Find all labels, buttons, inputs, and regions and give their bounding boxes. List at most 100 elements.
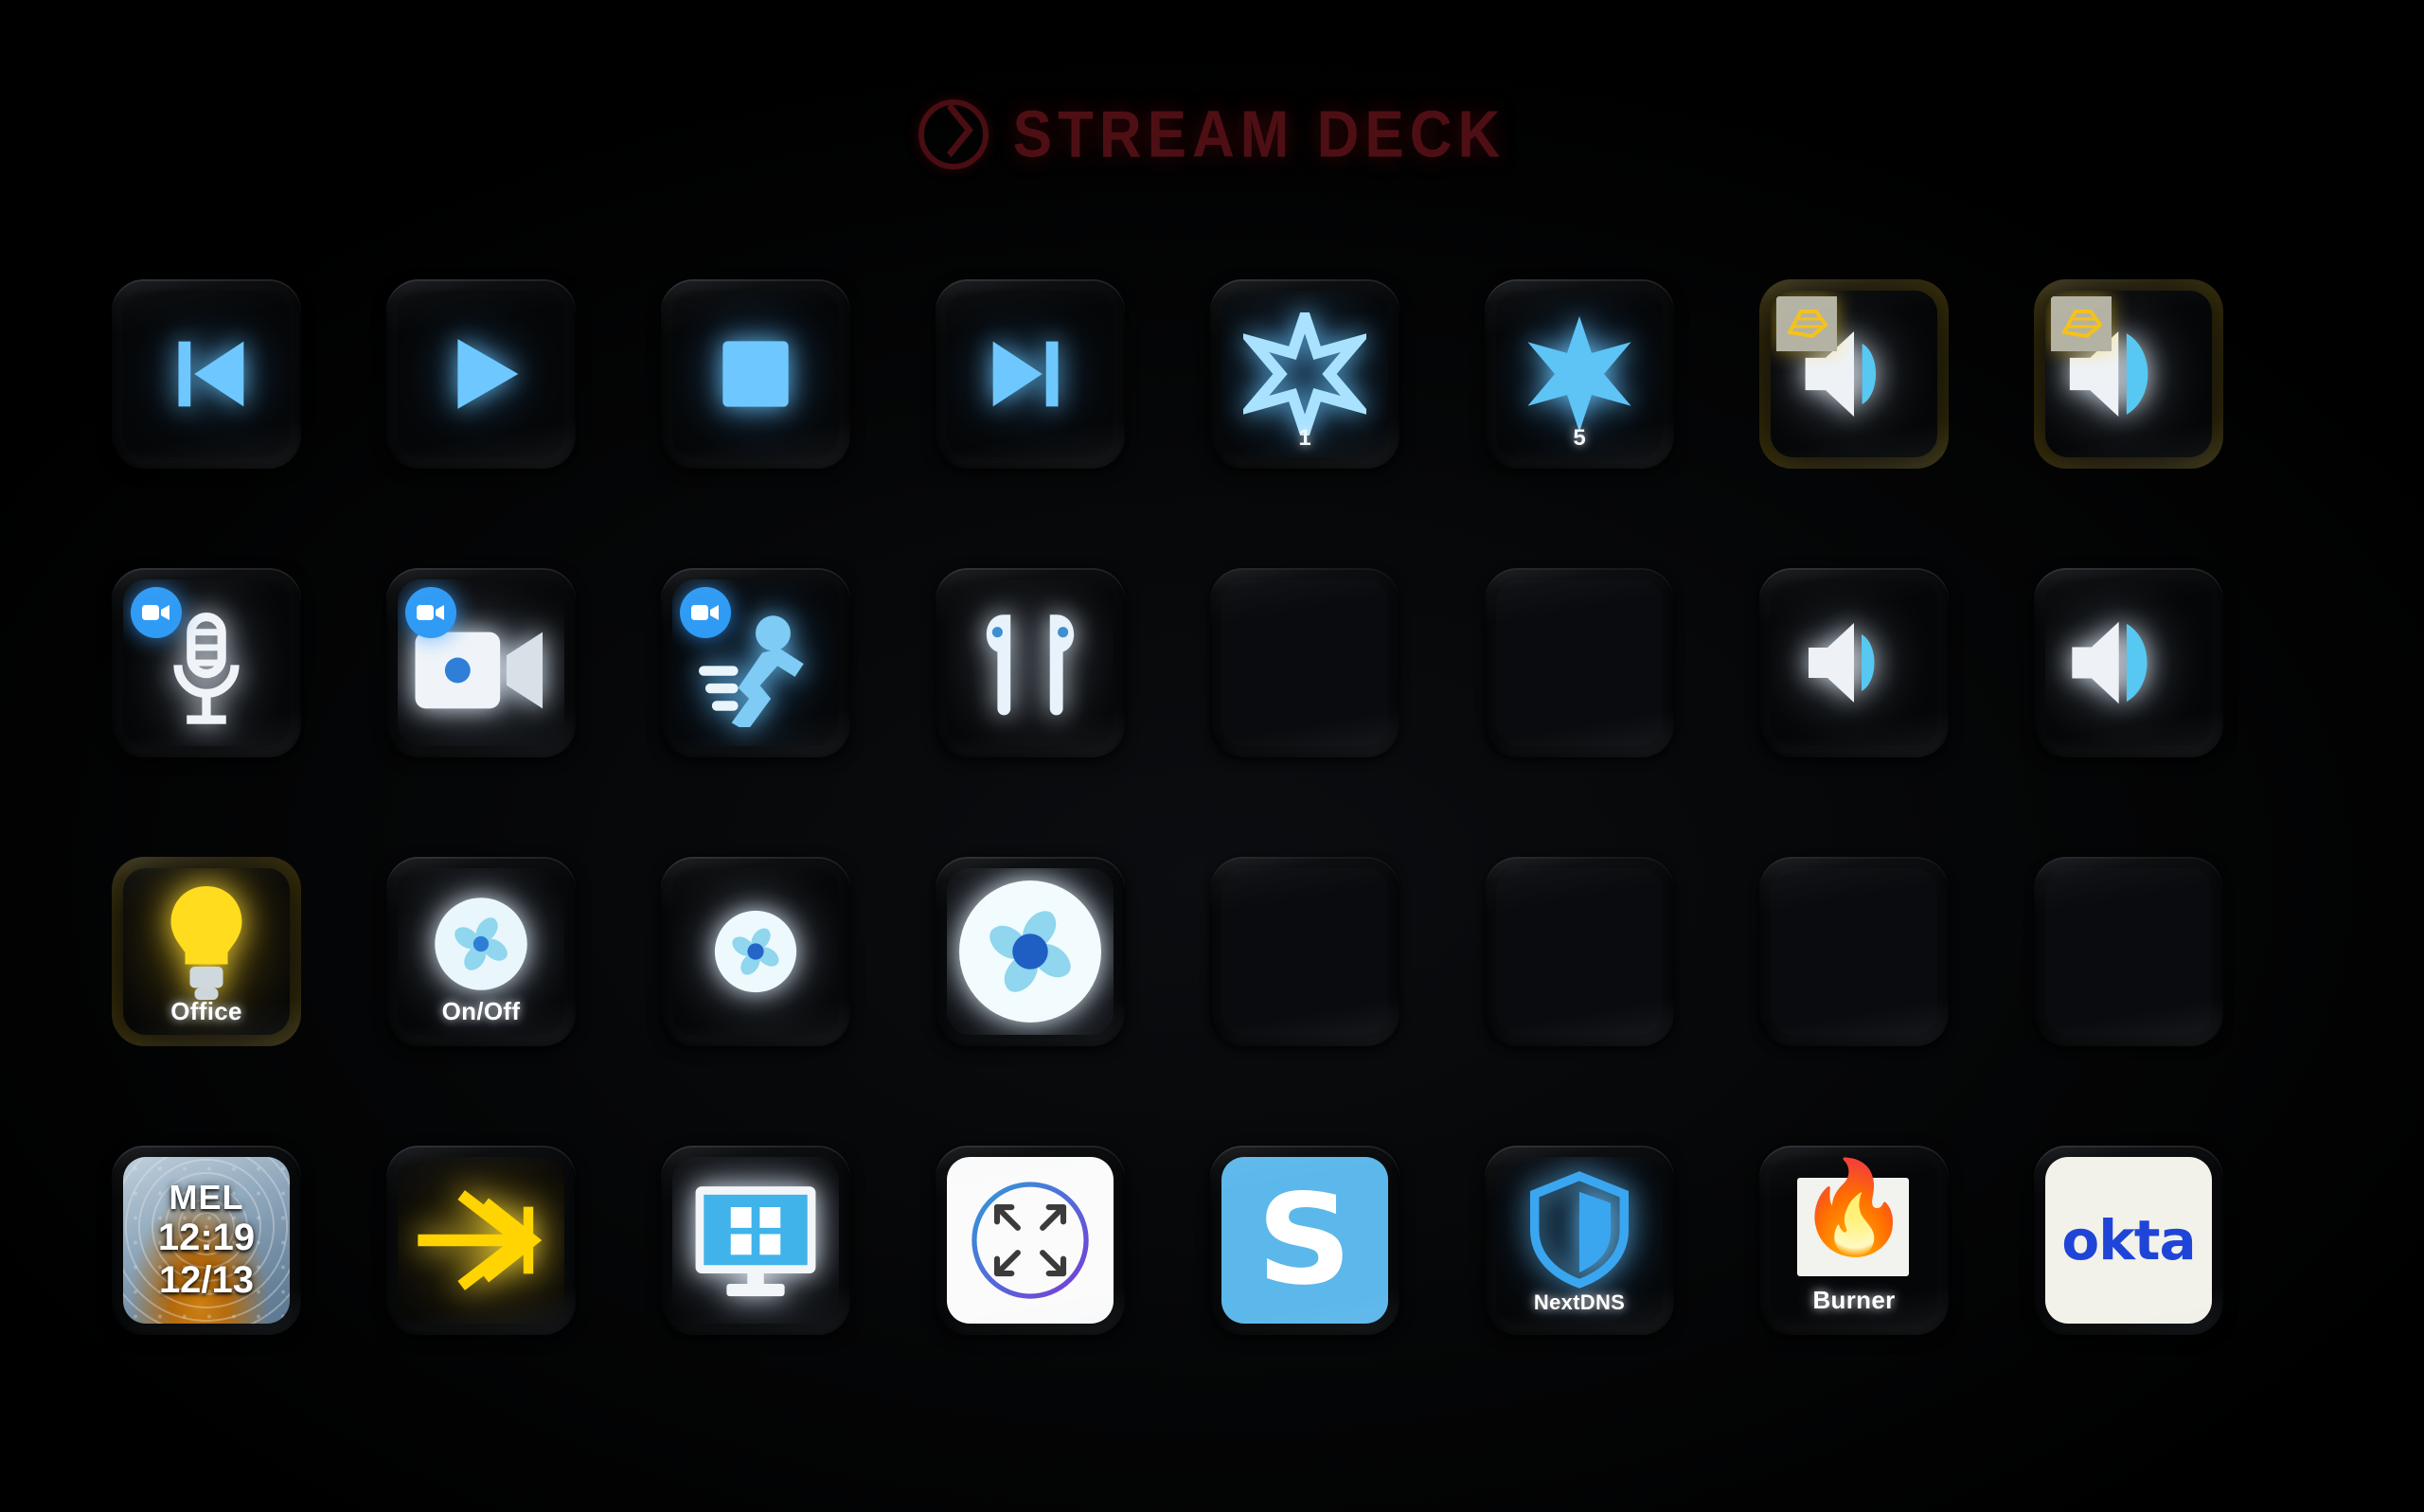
key-label: 5 [1573,425,1586,451]
key-display-arrangement[interactable] [661,1146,850,1335]
zoom-camera-badge [680,587,731,638]
key-screen: S [1221,1157,1388,1324]
key-fan-speed-up[interactable] [936,857,1125,1046]
shield-icon [1530,1171,1629,1289]
key-zoom-mute-microphone[interactable] [112,568,301,757]
key-previous-track[interactable] [112,279,301,469]
snagit-s-icon: S [1257,1167,1353,1313]
key-screen: okta [2045,1157,2212,1324]
star-outline-icon [1243,312,1366,436]
stream-deck-brand: STREAM DECK [0,98,2424,171]
key-screen [2045,579,2212,746]
key-screen [672,579,839,746]
key-scene-star-filled[interactable]: 5 [1485,279,1674,469]
key-screen [123,579,290,746]
key-screen [1771,868,1937,1035]
key-screen [1221,868,1388,1035]
four-arrows-circle-icon [964,1174,1096,1307]
app-badge-yellow [2051,296,2112,351]
key-empty-r3c6[interactable] [1485,857,1674,1046]
key-world-clock-melbourne[interactable]: MEL 12:19 12/13 [112,1146,301,1335]
key-screen [672,1157,839,1324]
key-screen [1771,579,1937,746]
key-app-volume-down[interactable] [1759,279,1949,469]
key-screen: 🔥 Burner [1771,1157,1937,1324]
key-screen [947,868,1114,1035]
key-flight-shortcut[interactable] [386,1146,576,1335]
key-screen: Office [123,868,290,1035]
key-label: Office [170,997,242,1025]
key-screen [947,1157,1114,1324]
key-screen: MEL 12:19 12/13 [123,1157,290,1324]
key-system-volume-up[interactable] [2034,568,2223,757]
play-icon [425,318,537,430]
speaker-low-icon [1791,610,1916,716]
fan-small-icon [712,908,799,995]
key-system-volume-down[interactable] [1759,568,1949,757]
key-label: On/Off [441,997,521,1025]
key-screen: 1 [1221,291,1388,457]
zoom-camera-badge [131,587,182,638]
key-empty-r2c5[interactable] [1210,568,1399,757]
key-screen [947,579,1114,746]
key-empty-r3c5[interactable] [1210,857,1399,1046]
key-screen [398,579,564,746]
key-screen [1496,868,1663,1035]
key-screen: NextDNS [1496,1157,1663,1324]
key-screen: On/Off [398,868,564,1035]
key-next-track[interactable] [936,279,1125,469]
star-filled-icon [1518,312,1641,436]
clock-time: 12:19 [157,1217,256,1259]
key-office-light[interactable]: Office [112,857,301,1046]
key-nextdns-toggle[interactable]: NextDNS [1485,1146,1674,1335]
key-empty-r2c6[interactable] [1485,568,1674,757]
next-track-icon [974,318,1086,430]
key-fan-power-toggle[interactable]: On/Off [386,857,576,1046]
key-scene-star-outline[interactable]: 1 [1210,279,1399,469]
key-rectangle-window-manager[interactable] [936,1146,1125,1335]
speaker-high-icon [2060,607,2197,719]
key-play[interactable] [386,279,576,469]
key-airpods-connect[interactable] [936,568,1125,757]
previous-track-icon [151,318,262,430]
flame-icon: 🔥 [1797,1157,1911,1258]
key-empty-r3c7[interactable] [1759,857,1949,1046]
key-screen [1496,579,1663,746]
key-screen [398,291,564,457]
key-label: NextDNS [1533,1290,1626,1314]
clock-city: MEL [169,1178,244,1218]
key-screen: 5 [1496,291,1663,457]
key-label: 1 [1298,425,1311,451]
elgato-logo-icon [918,99,989,169]
key-label: Burner [1812,1286,1896,1314]
key-burner-toggle[interactable]: 🔥 Burner [1759,1146,1949,1335]
key-snagit-capture[interactable]: S [1210,1146,1399,1335]
clock-date: 12/13 [158,1259,255,1302]
key-grid: 1 5 Office On/Off MEL 12:19 12/13 S Next… [112,279,2223,1335]
key-screen [2045,868,2212,1035]
key-fan-speed-down[interactable] [661,857,850,1046]
okta-logo-icon: okta [2061,1208,2196,1272]
stop-icon [706,325,805,423]
key-screen [672,291,839,457]
key-screen [2045,291,2212,457]
fan-icon [432,895,530,993]
key-screen [672,868,839,1035]
key-empty-r3c8[interactable] [2034,857,2223,1046]
key-stop[interactable] [661,279,850,469]
key-okta-verify[interactable]: okta [2034,1146,2223,1335]
app-badge-yellow [1776,296,1837,351]
key-screen [1221,579,1388,746]
key-zoom-toggle-video[interactable] [386,568,576,757]
key-screen [123,291,290,457]
key-app-volume-up[interactable] [2034,279,2223,469]
airplane-chevron-icon [410,1179,552,1302]
key-screen [947,291,1114,457]
world-clock-readout: MEL 12:19 12/13 [157,1178,256,1302]
monitor-tile-icon [689,1180,822,1301]
zoom-camera-badge [405,587,456,638]
airpods-icon [973,606,1087,720]
fan-large-icon [954,876,1106,1027]
brand-wordmark: STREAM DECK [1012,98,1506,171]
key-zoom-leave-meeting[interactable] [661,568,850,757]
